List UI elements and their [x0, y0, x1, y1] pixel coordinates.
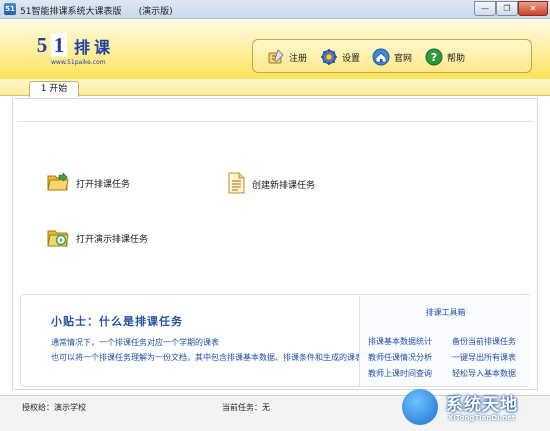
tips-line-1: 通常情况下，一个排课任务对应一个学期的课表 [51, 338, 219, 347]
settings-label: 设置 [342, 53, 361, 64]
watermark-url: XiTongTianDi.net [448, 414, 516, 422]
svg-text:?: ? [431, 51, 437, 64]
folder-open-icon [47, 172, 69, 195]
register-label: 注册 [289, 53, 308, 64]
tab-start[interactable]: 1 开始 [29, 81, 79, 97]
toolbox-link-export[interactable]: 一键导出所有课表 [452, 352, 516, 363]
logo-digit-5: 5 [36, 33, 48, 57]
logo-digit-1: 1 [51, 33, 67, 57]
register-icon [267, 48, 285, 66]
open-task-button[interactable]: 打开排课任务 [47, 172, 130, 195]
logo-name: 排课 [74, 38, 115, 57]
open-task-label: 打开排课任务 [76, 180, 131, 190]
close-button[interactable]: ✕ [518, 1, 548, 16]
status-current-task: 当前任务：无 [222, 403, 270, 412]
watermark-name: 系统天地 [446, 395, 518, 415]
task-area: 打开排课任务 创建新排课任务 打开演示排课任务 [17, 121, 533, 289]
create-task-button[interactable]: 创建新排课任务 [227, 172, 315, 197]
open-demo-task-label: 打开演示排课任务 [76, 235, 149, 245]
toolbox-link-teacher-time[interactable]: 教师上课时间查询 [368, 368, 432, 379]
toolbox-title: 排课工具箱 [425, 308, 466, 317]
tab-strip: 1 开始 [0, 79, 550, 97]
toolbox-link-backup[interactable]: 备份当前排课任务 [452, 336, 516, 347]
window-title: 51智能排课系统大课表版 (演示版) [20, 7, 173, 17]
settings-button[interactable]: 设置 [320, 47, 360, 67]
minimize-button[interactable]: — [474, 1, 496, 16]
help-label: 帮助 [447, 53, 466, 64]
status-license: 授权给：演示学校 [22, 403, 86, 412]
tips-title: 小贴士：什么是排课任务 [51, 315, 183, 328]
watermark-logo-icon [402, 389, 438, 425]
website-label: 官网 [394, 53, 413, 64]
document-icon [227, 172, 245, 197]
folder-demo-icon [47, 226, 69, 251]
header-toolbar: 注册 设置 官网 ? 帮助 [252, 39, 532, 73]
toolbox-link-teacher-analysis[interactable]: 教师任课情况分析 [368, 352, 432, 363]
toolbox-link-import[interactable]: 轻松导入基本数据 [452, 368, 516, 379]
watermark: 系统天地 XiTongTianDi.net [400, 383, 550, 431]
logo: 5 1 排课 www.51paike.com [34, 33, 134, 73]
register-button[interactable]: 注册 [267, 47, 307, 67]
toolbox-link-stats[interactable]: 排课基本数据统计 [368, 336, 432, 347]
tips-line-2: 也可以将一个排课任务理解为一份文档，其中包含排课基本数据、排课条件和生成的课表 [51, 353, 363, 362]
gear-icon [320, 48, 338, 66]
tips-panel: 小贴士：什么是排课任务 通常情况下，一个排课任务对应一个学期的课表 也可以将一个… [20, 294, 530, 387]
open-demo-task-button[interactable]: 打开演示排课任务 [47, 226, 148, 251]
help-icon: ? [425, 48, 443, 66]
home-icon [372, 48, 390, 66]
maximize-button[interactable]: ❐ [496, 1, 518, 16]
website-button[interactable]: 官网 [372, 47, 412, 67]
window-titlebar: 51 51智能排课系统大课表版 (演示版) — ❐ ✕ [0, 0, 550, 19]
help-button[interactable]: ? 帮助 [425, 47, 465, 67]
app-icon: 51 [4, 3, 16, 15]
toolbox: 排课工具箱 排课基本数据统计 备份当前排课任务 教师任课情况分析 一键导出所有课… [359, 296, 530, 386]
header-banner: 5 1 排课 www.51paike.com 注册 设置 官网 ? 帮助 [0, 19, 550, 79]
create-task-label: 创建新排课任务 [252, 181, 316, 191]
logo-url: www.51paike.com [51, 59, 106, 66]
